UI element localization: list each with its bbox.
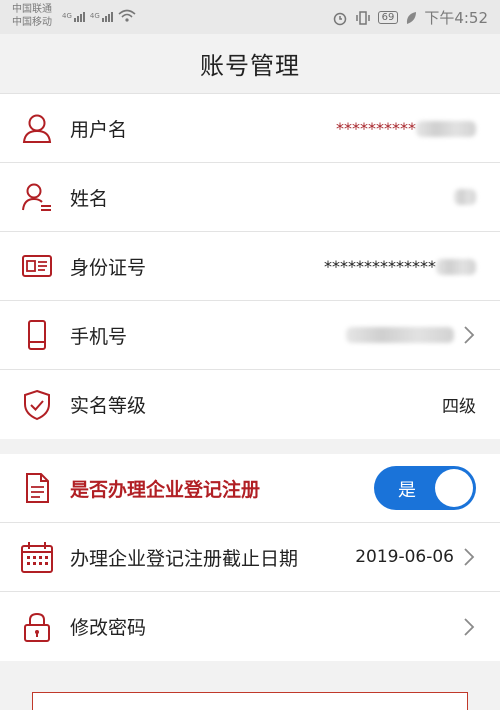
name-label: 姓名 bbox=[70, 187, 109, 210]
phone-value bbox=[346, 325, 454, 345]
deadline-value: 2019-06-06 bbox=[355, 547, 454, 567]
id-number-value: ************** bbox=[324, 257, 476, 276]
status-bar: 中国联通 中国移动 4G 4G 69 下午4:52 bbox=[0, 0, 500, 34]
shield-check-icon bbox=[20, 388, 54, 422]
user-icon bbox=[20, 111, 54, 145]
carrier-info: 中国联通 中国移动 bbox=[12, 3, 52, 29]
verification-level-value: 四级 bbox=[442, 397, 476, 417]
calendar-icon bbox=[20, 540, 54, 574]
chevron-right-icon bbox=[464, 617, 475, 636]
alarm-icon bbox=[333, 12, 346, 25]
phone-label: 手机号 bbox=[70, 325, 128, 348]
page-header: 账号管理 bbox=[0, 34, 500, 94]
change-password-label: 修改密码 bbox=[70, 617, 147, 639]
signal-indicators: 4G 4G bbox=[62, 9, 136, 22]
battery-indicator: 69 bbox=[377, 11, 399, 24]
id-card-icon bbox=[20, 249, 54, 283]
id-number-label: 身份证号 bbox=[70, 256, 147, 279]
page-title: 账号管理 bbox=[200, 52, 300, 80]
registration-group: 是否办理企业登记注册 是 办理企业登记注册截止日期 2019-06-06 修改密… bbox=[0, 454, 500, 661]
deadline-row[interactable]: 办理企业登记注册截止日期 2019-06-06 bbox=[0, 523, 500, 592]
toggle-knob bbox=[435, 469, 473, 507]
phone-icon bbox=[20, 318, 54, 352]
username-row: 用户名 ********** bbox=[0, 94, 500, 163]
registration-toggle-row: 是否办理企业登记注册 是 bbox=[0, 454, 500, 523]
clock: 下午4:52 bbox=[424, 9, 488, 27]
deadline-label: 办理企业登记注册截止日期 bbox=[70, 547, 299, 570]
signal-1-icon: 4G bbox=[62, 12, 85, 22]
verification-level-label: 实名等级 bbox=[70, 395, 147, 417]
registration-question-label: 是否办理企业登记注册 bbox=[70, 478, 261, 501]
username-value: ********** bbox=[336, 119, 476, 138]
name-row: 姓名 bbox=[0, 163, 500, 232]
status-right: 69 下午4:52 bbox=[332, 7, 488, 28]
wifi-icon bbox=[118, 9, 136, 22]
carrier-2: 中国移动 bbox=[12, 17, 52, 28]
phone-row[interactable]: 手机号 bbox=[0, 301, 500, 370]
document-icon bbox=[20, 471, 54, 505]
username-label: 用户名 bbox=[70, 118, 128, 141]
signal-2-icon: 4G bbox=[90, 12, 113, 22]
leaf-icon bbox=[407, 11, 417, 24]
vibrate-icon bbox=[355, 10, 370, 25]
verification-level-row: 实名等级 四级 bbox=[0, 370, 500, 439]
account-info-group: 用户名 ********** 姓名 身份证号 ************** 手机… bbox=[0, 94, 500, 439]
change-password-row[interactable]: 修改密码 bbox=[0, 592, 500, 661]
lock-icon bbox=[20, 610, 54, 644]
carrier-1: 中国联通 bbox=[12, 4, 52, 15]
person-card-icon bbox=[20, 180, 54, 214]
chevron-right-icon bbox=[464, 548, 475, 566]
registration-toggle[interactable]: 是 bbox=[374, 466, 476, 510]
toggle-label: 是 bbox=[398, 480, 416, 501]
chevron-right-icon bbox=[464, 326, 475, 344]
bottom-action-button[interactable] bbox=[32, 692, 468, 710]
name-value bbox=[454, 187, 476, 207]
id-number-row: 身份证号 ************** bbox=[0, 232, 500, 301]
